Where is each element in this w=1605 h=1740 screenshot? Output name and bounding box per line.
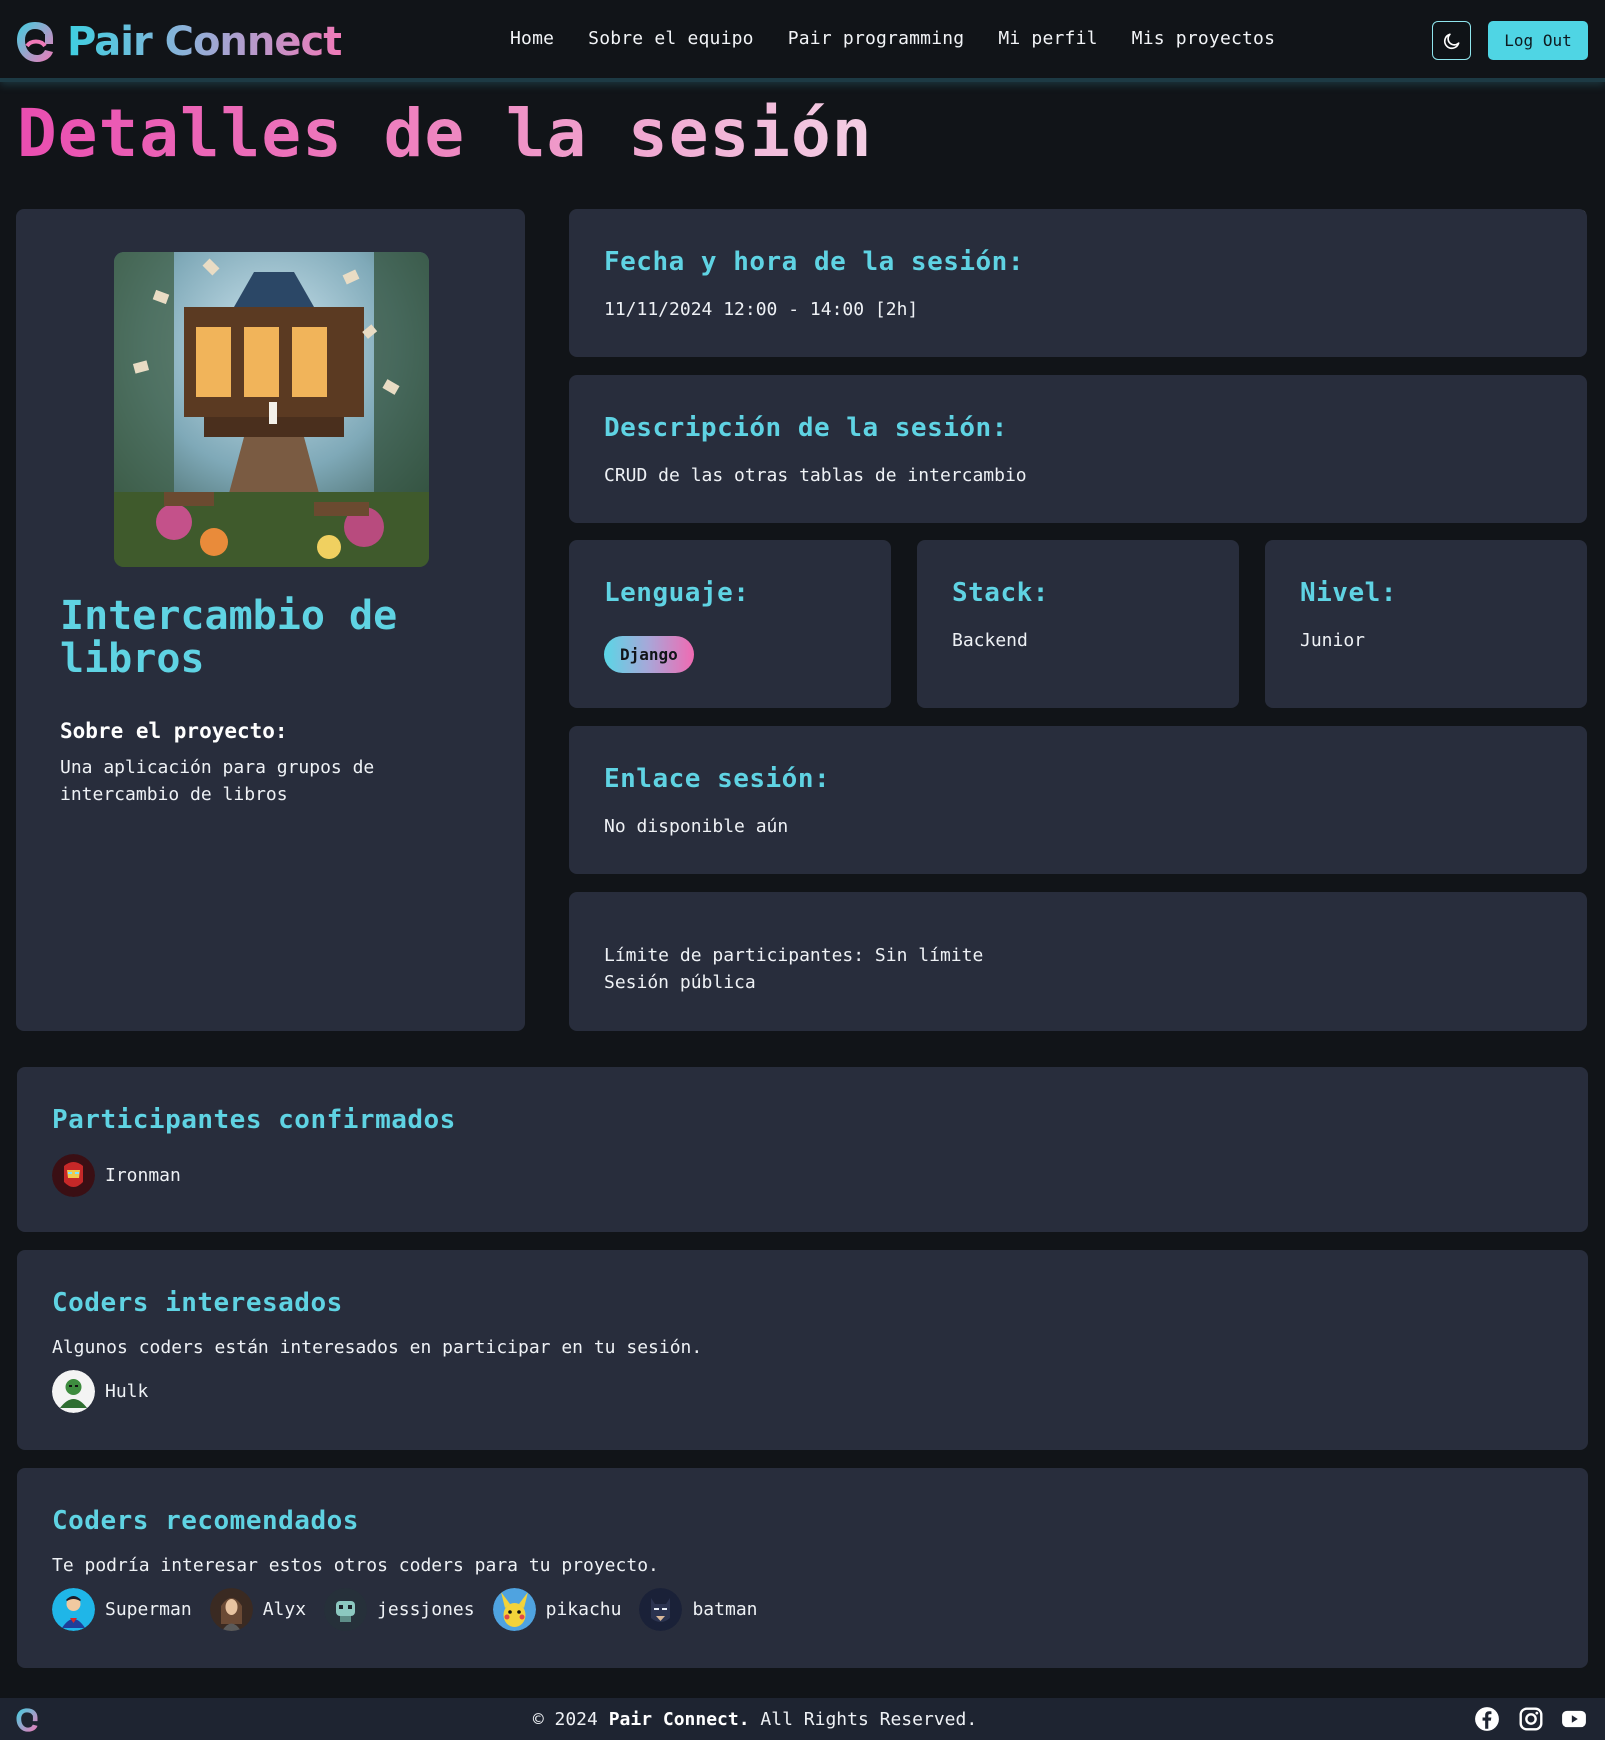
recommended-coders-card: Coders recomendados Te podría interesar …	[17, 1468, 1588, 1668]
language-card: Lenguaje: Django	[569, 540, 891, 708]
interested-coder-name: Hulk	[105, 1381, 149, 1402]
session-link-card: Enlace sesión: No disponible aún	[569, 726, 1587, 874]
participant-name: Ironman	[105, 1165, 181, 1186]
pikachu-avatar	[492, 1588, 536, 1631]
footer: © 2024 Pair Connect. All Rights Reserved…	[0, 1698, 1605, 1740]
confirmed-participants-card: Participantes confirmados Ironman	[17, 1067, 1588, 1232]
hulk-avatar	[52, 1370, 95, 1413]
recommended-coder-batman[interactable]: batman	[639, 1588, 758, 1631]
brand[interactable]: Pair Connect	[15, 18, 342, 66]
nav-link-mi-perfil[interactable]: Mi perfil	[998, 28, 1097, 49]
nav-link-home[interactable]: Home	[510, 28, 554, 49]
recommended-coders-list: Superman Alyx jessjones pikachu batman	[52, 1588, 776, 1631]
session-visibility: Sesión pública	[604, 972, 756, 993]
alyx-avatar	[209, 1588, 253, 1631]
confirmed-participants-heading: Participantes confirmados	[52, 1105, 456, 1135]
datetime-value: 11/11/2024 12:00 - 14:00 [2h]	[604, 299, 919, 320]
stack-value: Backend	[952, 630, 1028, 651]
datetime-card: Fecha y hora de la sesión: 11/11/2024 12…	[569, 209, 1587, 357]
brand-name: Pair Connect	[67, 19, 342, 65]
session-link-value: No disponible aún	[604, 816, 789, 837]
recommended-coder-pikachu[interactable]: pikachu	[492, 1588, 622, 1631]
about-heading: Sobre el proyecto:	[60, 719, 288, 743]
recommended-coders-text: Te podría interesar estos otros coders p…	[52, 1555, 659, 1576]
description-card: Descripción de la sesión: CRUD de las ot…	[569, 375, 1587, 523]
pair-connect-logo-icon	[17, 22, 53, 62]
recommended-coder-name: Alyx	[262, 1599, 307, 1620]
nav-link-sobre-el-equipo[interactable]: Sobre el equipo	[588, 28, 754, 49]
recommended-coder-alyx[interactable]: Alyx	[209, 1588, 307, 1631]
interested-coders-text: Algunos coders están interesados en part…	[52, 1337, 703, 1358]
project-name: Intercambio de libros	[60, 593, 398, 682]
interested-coder-hulk[interactable]: Hulk	[52, 1370, 148, 1413]
recommended-coder-name: batman	[692, 1599, 758, 1620]
navbar: Pair Connect Home Sobre el equipo Pair p…	[0, 0, 1605, 82]
instagram-icon[interactable]	[1518, 1706, 1544, 1732]
project-card: Intercambio de libros Sobre el proyecto:…	[16, 209, 525, 1031]
batman-avatar	[639, 1588, 683, 1631]
level-value: Junior	[1300, 630, 1366, 651]
confirmed-participants-list: Ironman	[52, 1154, 199, 1197]
youtube-icon[interactable]	[1561, 1706, 1587, 1732]
interested-coders-card: Coders interesados Algunos coders están …	[17, 1250, 1588, 1450]
participants-limit: Límite de participantes: Sin límite	[604, 945, 984, 966]
interested-coders-heading: Coders interesados	[52, 1288, 343, 1318]
datetime-heading: Fecha y hora de la sesión:	[604, 247, 1024, 277]
participants-limit-card: Límite de participantes: Sin límite Sesi…	[569, 892, 1587, 1031]
copyright-prefix: © 2024	[532, 1709, 598, 1730]
recommended-coder-name: jessjones	[377, 1599, 475, 1620]
recommended-coder-name: Superman	[105, 1599, 192, 1620]
session-link-heading: Enlace sesión:	[604, 764, 831, 794]
stack-card: Stack: Backend	[917, 540, 1239, 708]
recommended-coder-superman[interactable]: Superman	[52, 1588, 192, 1631]
moon-icon	[1443, 33, 1459, 49]
about-text: Una aplicación para grupos de intercambi…	[60, 757, 375, 805]
library-illustration	[114, 252, 429, 567]
copyright-suffix: All Rights Reserved.	[760, 1709, 978, 1730]
facebook-icon[interactable]	[1474, 1706, 1500, 1732]
nav-link-mis-proyectos[interactable]: Mis proyectos	[1132, 28, 1275, 49]
language-heading: Lenguaje:	[604, 578, 750, 608]
page-title: Detalles de la sesión	[17, 95, 873, 172]
recommended-coder-name: pikachu	[545, 1599, 622, 1620]
participant-ironman[interactable]: Ironman	[52, 1154, 181, 1197]
jessjones-avatar	[324, 1588, 368, 1631]
superman-avatar	[52, 1588, 95, 1631]
recommended-coders-heading: Coders recomendados	[52, 1506, 359, 1536]
nav-links: Home Sobre el equipo Pair programming Mi…	[510, 28, 1309, 49]
theme-toggle-button[interactable]	[1432, 21, 1471, 60]
level-card: Nivel: Junior	[1265, 540, 1587, 708]
description-value: CRUD de las otras tablas de intercambio	[604, 465, 1027, 486]
footer-brand: Pair Connect.	[608, 1709, 750, 1730]
nav-link-pair-programming[interactable]: Pair programming	[788, 28, 965, 49]
logout-button[interactable]: Log Out	[1488, 21, 1588, 60]
language-badge: Django	[604, 636, 694, 673]
footer-copyright: © 2024 Pair Connect. All Rights Reserved…	[0, 1709, 1510, 1730]
level-heading: Nivel:	[1300, 578, 1397, 608]
interested-coders-list: Hulk	[52, 1370, 166, 1413]
ironman-avatar	[52, 1154, 95, 1197]
recommended-coder-jessjones[interactable]: jessjones	[324, 1588, 475, 1631]
description-heading: Descripción de la sesión:	[604, 413, 1008, 443]
project-image	[114, 252, 429, 567]
stack-heading: Stack:	[952, 578, 1049, 608]
